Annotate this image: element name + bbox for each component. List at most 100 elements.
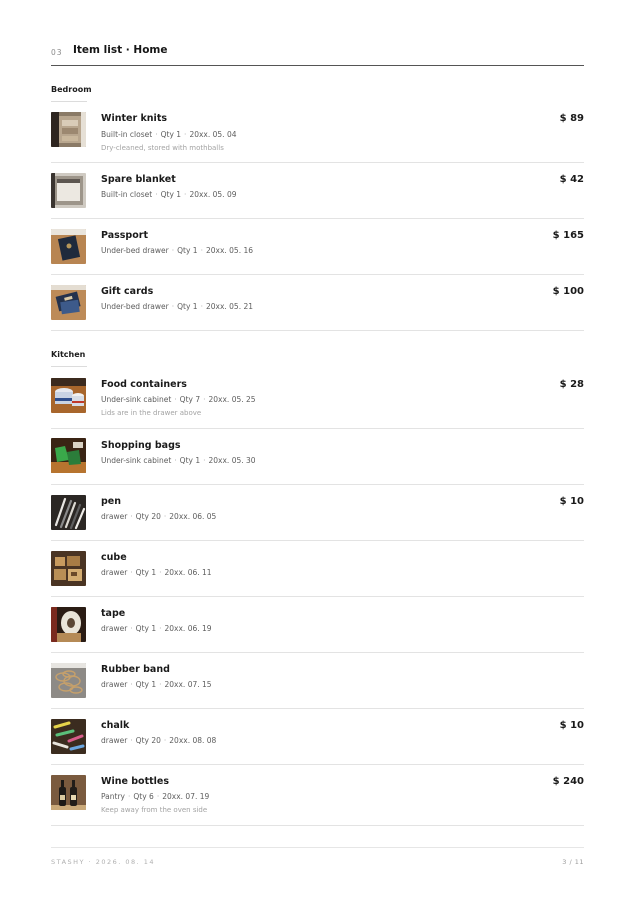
bags-photo: [51, 438, 86, 473]
item-location: drawer: [101, 680, 128, 689]
item-meta: drawer · Qty 1 · 20xx. 07. 15: [101, 680, 212, 689]
gift-cards-photo: [51, 285, 86, 320]
item-row[interactable]: Spare blanket Built-in closet · Qty 1 · 20xx…: [51, 163, 584, 219]
item-location: drawer: [101, 568, 128, 577]
item-meta: Built-in closet · Qty 1 · 20xx. 05. 04: [101, 130, 237, 139]
page-number: 3 / 11: [562, 858, 584, 866]
section-label-bedroom: Bedroom: [51, 85, 92, 94]
item-qty: Qty 20: [135, 512, 161, 521]
item-qty: Qty 1: [160, 130, 182, 139]
item-qty: Qty 1: [135, 568, 157, 577]
item-qty: Qty 1: [177, 302, 198, 311]
item-row[interactable]: Gift cards Under-bed drawer · Qty 1 · 20xx. …: [51, 275, 584, 331]
item-date: 20xx. 05. 21: [205, 302, 254, 311]
item-location: Under-bed drawer: [101, 302, 169, 311]
item-row[interactable]: Wine bottles Pantry · Qty 6 · 20xx. 07. 19 K…: [51, 765, 584, 826]
wine-photo: [51, 775, 86, 810]
item-location: Built-in closet: [101, 130, 153, 139]
item-name: pen: [101, 496, 122, 507]
item-name: Spare blanket: [101, 174, 176, 185]
item-date: 20xx. 06. 05: [169, 512, 217, 521]
chalk-photo: [51, 719, 86, 754]
item-row[interactable]: Winter knits Built-in closet · Qty 1 · 20xx.…: [51, 106, 584, 163]
item-row[interactable]: tape drawer · Qty 1 · 20xx. 06. 19: [51, 597, 584, 653]
item-meta: drawer · Qty 1 · 20xx. 06. 19: [101, 624, 212, 633]
item-date: 20xx. 06. 19: [164, 624, 212, 633]
item-meta: Under-bed drawer · Qty 1 · 20xx. 05. 16: [101, 246, 254, 255]
item-qty: Qty 6: [133, 792, 154, 801]
item-location: Under-sink cabinet: [101, 395, 172, 404]
item-qty: Qty 1: [135, 624, 157, 633]
page-code: 03: [51, 48, 63, 57]
item-price: $ 28: [559, 379, 584, 390]
section-divider: [51, 101, 87, 102]
item-date: 20xx. 06. 11: [164, 568, 212, 577]
cube-photo: [51, 551, 86, 586]
item-location: drawer: [101, 512, 128, 521]
item-meta: Under-sink cabinet · Qty 7 · 20xx. 05. 25: [101, 395, 256, 404]
item-meta: drawer · Qty 20 · 20xx. 06. 05: [101, 512, 217, 521]
item-price: $ 42: [559, 174, 584, 185]
item-qty: Qty 1: [179, 456, 201, 465]
item-location: Built-in closet: [101, 190, 153, 199]
item-name: tape: [101, 608, 126, 619]
item-qty: Qty 20: [135, 736, 161, 745]
item-location: Under-sink cabinet: [101, 456, 172, 465]
item-location: drawer: [101, 736, 128, 745]
section-divider: [51, 366, 87, 367]
item-meta: drawer · Qty 20 · 20xx. 08. 08: [101, 736, 217, 745]
item-name: Food containers: [101, 379, 187, 390]
item-row[interactable]: Food containers Under-sink cabinet · Qty 7…: [51, 372, 584, 429]
item-row[interactable]: chalk drawer · Qty 20 · 20xx. 08. 08 $ 10: [51, 709, 584, 765]
item-location: Under-bed drawer: [101, 246, 169, 255]
item-date: 20xx. 05. 25: [208, 395, 256, 404]
item-note: Dry-cleaned, stored with mothballs: [101, 144, 224, 152]
item-meta: Under-bed drawer · Qty 1 · 20xx. 05. 21: [101, 302, 254, 311]
item-price: $ 165: [552, 230, 584, 241]
item-qty: Qty 1: [177, 246, 198, 255]
item-meta: drawer · Qty 1 · 20xx. 06. 11: [101, 568, 212, 577]
item-row[interactable]: cube drawer · Qty 1 · 20xx. 06. 11: [51, 541, 584, 597]
item-name: cube: [101, 552, 127, 563]
closet-knits-photo: [51, 112, 86, 147]
item-name: Winter knits: [101, 113, 168, 124]
item-date: 20xx. 05. 16: [205, 246, 254, 255]
passport-photo: [51, 229, 86, 264]
page-title: Item list · Home: [73, 44, 168, 56]
pens-photo: [51, 495, 86, 530]
containers-photo: [51, 378, 86, 413]
item-qty: Qty 7: [179, 395, 201, 404]
item-qty: Qty 1: [135, 680, 157, 689]
item-price: $ 100: [552, 286, 584, 297]
item-row[interactable]: Shopping bags Under-sink cabinet · Qty 1 · 2…: [51, 429, 584, 485]
item-name: chalk: [101, 720, 130, 731]
footer-brand: STASHY · 2026. 08. 14: [51, 858, 156, 866]
item-name: Wine bottles: [101, 776, 170, 787]
item-location: drawer: [101, 624, 128, 633]
item-price: $ 10: [559, 496, 584, 507]
closet-blanket-photo: [51, 173, 86, 208]
item-name: Shopping bags: [101, 440, 181, 451]
item-meta: Pantry · Qty 6 · 20xx. 07. 19: [101, 792, 210, 801]
item-location: Pantry: [101, 792, 125, 801]
item-note: Keep away from the oven side: [101, 806, 208, 814]
item-meta: Under-sink cabinet · Qty 1 · 20xx. 05. 30: [101, 456, 256, 465]
item-date: 20xx. 07. 15: [164, 680, 212, 689]
item-date: 20xx. 05. 09: [189, 190, 237, 199]
item-date: 20xx. 07. 19: [162, 792, 210, 801]
item-qty: Qty 1: [160, 190, 182, 199]
item-row[interactable]: Passport Under-bed drawer · Qty 1 · 20xx. 05…: [51, 219, 584, 275]
item-row[interactable]: Rubber band drawer · Qty 1 · 20xx. 07. 15: [51, 653, 584, 709]
item-name: Passport: [101, 230, 148, 241]
item-meta: Built-in closet · Qty 1 · 20xx. 05. 09: [101, 190, 237, 199]
tape-photo: [51, 607, 86, 642]
item-name: Rubber band: [101, 664, 170, 675]
item-row[interactable]: pen drawer · Qty 20 · 20xx. 06. 05 $ 10: [51, 485, 584, 541]
item-price: $ 240: [552, 776, 584, 787]
rubber-band-photo: [51, 663, 86, 698]
item-price: $ 10: [559, 720, 584, 731]
item-name: Gift cards: [101, 286, 154, 297]
item-date: 20xx. 05. 04: [189, 130, 237, 139]
section-label-kitchen: Kitchen: [51, 350, 86, 359]
item-date: 20xx. 05. 30: [208, 456, 256, 465]
